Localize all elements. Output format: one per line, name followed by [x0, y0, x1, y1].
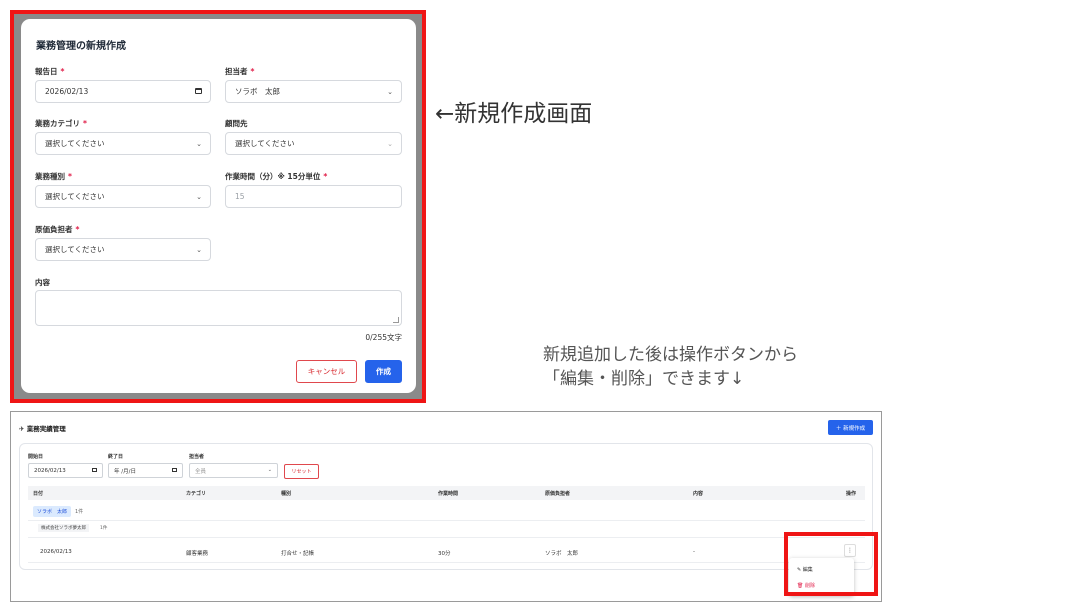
category-select[interactable]: 選択してください ⌄ [35, 132, 211, 155]
chevron-down-icon: ⌄ [196, 140, 202, 148]
list-title: ✈ 業務実績管理 [19, 425, 66, 433]
chevron-down-icon: ⌄ [196, 193, 202, 201]
column-header: 種別 [281, 491, 292, 497]
report-date-label: 報告日 * [35, 67, 65, 76]
cancel-button[interactable]: キャンセル [296, 360, 357, 383]
assignee-filter-select[interactable]: 全員 ⌄ [189, 463, 278, 478]
cost-bearer-label: 原価負担者 * [35, 225, 80, 234]
client-select[interactable]: 選択してください ⌄ [225, 132, 402, 155]
start-date-label: 開始日 [28, 454, 44, 460]
annotation-create-screen: ←新規作成画面 [435, 101, 593, 127]
column-header: 原価負担者 [545, 491, 571, 497]
row-action-button[interactable]: ⋮ [844, 544, 856, 557]
column-header: 日付 [33, 491, 44, 497]
row-divider [28, 562, 865, 563]
report-date-input[interactable]: 2026/02/13 [35, 80, 211, 103]
calendar-icon[interactable] [172, 468, 177, 472]
note-line-2: 「編集・削除」できます↓ [543, 369, 745, 389]
calendar-icon[interactable] [195, 88, 202, 94]
chevron-down-icon: ⌄ [267, 467, 272, 473]
menu-item-delete[interactable]: 🗑 削除 [797, 582, 815, 589]
action-menu: ✎ 編集 🗑 削除 [789, 558, 854, 596]
chevron-down-icon: ⌄ [387, 88, 393, 96]
trash-icon: 🗑 [797, 583, 804, 589]
calendar-icon[interactable] [92, 468, 97, 472]
client-label: 顧問先 [225, 119, 248, 128]
edit-icon: ✎ [797, 567, 802, 573]
subgroup-row: 株式会社ソラボ夢太郎 1件 [36, 521, 865, 534]
subgroup-badge: 株式会社ソラボ夢太郎 [38, 524, 89, 532]
category-label: 業務カテゴリ * [35, 119, 87, 128]
modal-title: 業務管理の新規作成 [36, 41, 126, 52]
create-button[interactable]: 作成 [365, 360, 402, 383]
row-category: 顧客業務 [186, 551, 209, 557]
column-header: カテゴリ [186, 491, 207, 497]
row-date: 2026/02/13 [40, 549, 72, 555]
chevron-down-icon: ⌄ [196, 246, 202, 254]
create-modal: 業務管理の新規作成 報告日 * 2026/02/13 担当者 * ソラボ 太郎 ⌄ 業… [21, 19, 416, 393]
start-date-input[interactable]: 2026/02/13 [28, 463, 103, 478]
menu-item-edit[interactable]: ✎ 編集 [797, 566, 813, 573]
char-counter: 0/255文字 [365, 333, 402, 342]
resize-handle-icon[interactable] [393, 317, 399, 323]
assignee-label: 担当者 * [225, 67, 255, 76]
group-count: 1件 [75, 509, 84, 515]
row-bearer: ソラボ 太郎 [545, 551, 579, 557]
work-time-label: 作業時間（分）※ 15分単位 * [225, 172, 328, 181]
note-line-1: 新規追加した後は操作ボタンから [543, 345, 798, 365]
column-header: 操作 [846, 491, 857, 497]
annotation-note: 新規追加した後は操作ボタンから 「編集・削除」できます↓ [543, 343, 798, 391]
assignee-select[interactable]: ソラボ 太郎 ⌄ [225, 80, 402, 103]
work-type-label: 業務種別 * [35, 172, 72, 181]
row-time: 30分 [438, 551, 451, 557]
row-divider [28, 537, 865, 538]
chevron-down-icon: ⌄ [387, 140, 393, 148]
content-textarea[interactable] [35, 290, 402, 326]
table-header: 日付 カテゴリ 種別 作業時間 原価負担者 内容 操作 [28, 486, 865, 500]
end-date-label: 終了日 [108, 454, 124, 460]
list-card: 開始日 2026/02/13 終了日 年 /月/日 担当者 全員 ⌄ リセット 日… [19, 443, 873, 570]
row-type: 打合せ・記帳 [281, 551, 315, 557]
end-date-input[interactable]: 年 /月/日 [108, 463, 183, 478]
row-content: - [693, 549, 695, 555]
reset-button[interactable]: リセット [284, 464, 319, 479]
assignee-filter-label: 担当者 [189, 454, 205, 460]
new-create-button[interactable]: ＋ 新規作成 [828, 420, 873, 435]
column-header: 作業時間 [438, 491, 459, 497]
cost-bearer-select[interactable]: 選択してください ⌄ [35, 238, 211, 261]
column-header: 内容 [693, 491, 704, 497]
content-label: 内容 [35, 278, 50, 287]
list-screenshot: ✈ 業務実績管理 ＋ 新規作成 開始日 2026/02/13 終了日 年 /月/… [10, 411, 882, 602]
paper-plane-icon: ✈ [19, 425, 25, 433]
group-badge: ソラボ 太郎 [33, 506, 72, 517]
work-time-input[interactable]: 15 [225, 185, 402, 208]
subgroup-count: 1件 [100, 526, 108, 531]
work-type-select[interactable]: 選択してください ⌄ [35, 185, 211, 208]
